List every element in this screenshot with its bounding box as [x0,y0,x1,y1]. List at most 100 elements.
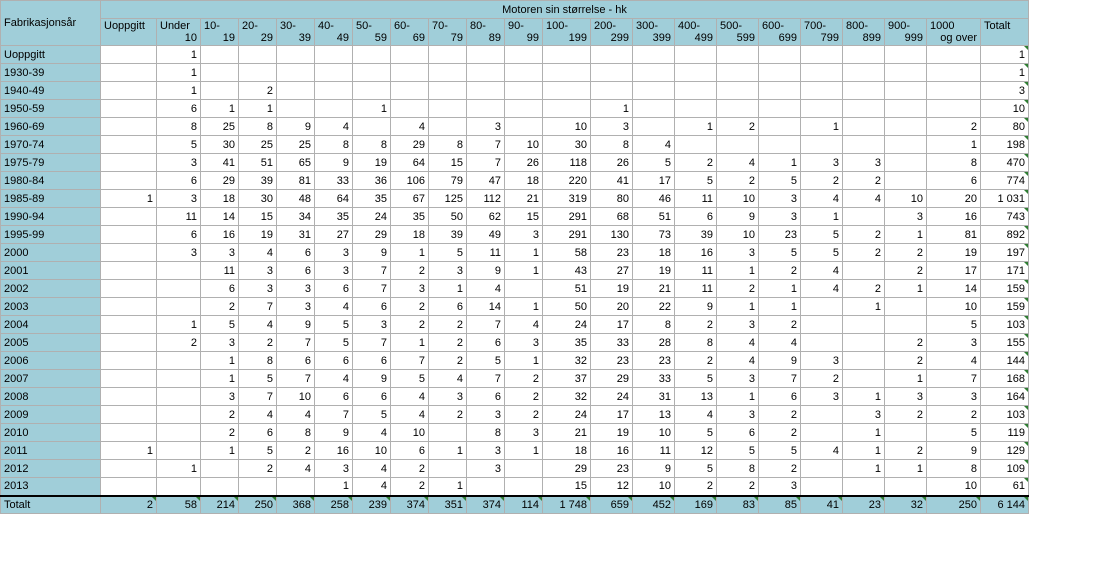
cell: 2 [201,424,239,442]
cell: 19 [239,226,277,244]
cell: 5 [717,442,759,460]
cell: 3 [239,262,277,280]
cell: 2 [277,442,315,460]
cell: 2 [429,406,467,424]
cell: 11 [675,190,717,208]
cell: 37 [543,370,591,388]
cell [201,46,239,64]
cell: 2 [429,352,467,370]
cell: 27 [315,226,353,244]
cell: 10 [543,118,591,136]
cell: 9 [315,424,353,442]
cell [101,226,157,244]
cell: 7 [467,136,505,154]
cell: 4 [239,406,277,424]
cell: 7 [315,406,353,424]
cell [885,154,927,172]
cell [505,478,543,496]
cell: 2 [201,406,239,424]
cell: 35 [391,208,429,226]
cell: 51 [239,154,277,172]
cell [675,100,717,118]
cell: 5 [315,316,353,334]
cell: 2 [759,424,801,442]
col-header-top: 600- [762,20,797,32]
row-label: 1950-59 [1,100,101,118]
cell: 13 [633,406,675,424]
cell: 6 [157,100,201,118]
cell [101,460,157,478]
cell: 25 [277,136,315,154]
cell [101,406,157,424]
cell: 7 [277,370,315,388]
row-label: 1985-89 [1,190,101,208]
cell: 7 [759,370,801,388]
cell: 774 [981,172,1029,190]
cell [467,82,505,100]
col-header-bottom: 89 [470,32,501,44]
cell: 5 [675,172,717,190]
col-header-bottom: 79 [432,32,463,44]
cell: 17 [591,406,633,424]
cell: 3 [505,226,543,244]
col-header-top: 800- [846,20,881,32]
cell [429,46,467,64]
cell: 3 [801,154,843,172]
group-header: Motoren sin størrelse - hk [101,1,1029,19]
col-header: 300-399 [633,19,675,46]
cell: 22 [633,298,675,316]
cell [201,478,239,496]
cell: 6 [239,424,277,442]
cell: 197 [981,244,1029,262]
col-header-top: 30- [280,20,311,32]
col-header-bottom: 10 [160,32,197,44]
cell: 5 [467,352,505,370]
cell: 3 [391,280,429,298]
cell [843,262,885,280]
cell [675,136,717,154]
cell: 2 [239,82,277,100]
row-label: 1970-74 [1,136,101,154]
cell: 7 [353,334,391,352]
cell [801,100,843,118]
cell: 1 [505,262,543,280]
cell: 23 [633,352,675,370]
col-header: 80-89 [467,19,505,46]
cell: 10 [505,136,543,154]
col-header: 600-699 [759,19,801,46]
cell: 6 [201,280,239,298]
cell [633,46,675,64]
cell [101,316,157,334]
cell: 1 [505,244,543,262]
total-cell: 85 [759,496,801,514]
col-header-bottom: 499 [678,32,713,44]
cell [101,118,157,136]
cell: 125 [429,190,467,208]
cell: 18 [391,226,429,244]
cell: 4 [277,460,315,478]
cell: 2 [675,478,717,496]
cell: 2 [927,406,981,424]
cell: 6 [353,352,391,370]
cell: 35 [315,208,353,226]
cell: 6 [277,244,315,262]
cell [101,280,157,298]
cell: 1 031 [981,190,1029,208]
cell [429,64,467,82]
cell: 10 [885,190,927,208]
cell [801,136,843,154]
cell: 2 [675,154,717,172]
cell: 3 [927,334,981,352]
cell: 7 [239,388,277,406]
cell [927,64,981,82]
cell: 1 [717,298,759,316]
col-header-top: 20- [242,20,273,32]
cell: 1 [315,478,353,496]
cell: 1 [759,154,801,172]
cell [885,136,927,154]
cell [277,46,315,64]
cell [801,316,843,334]
cell: 17 [927,262,981,280]
cell [801,424,843,442]
col-header: 50-59 [353,19,391,46]
